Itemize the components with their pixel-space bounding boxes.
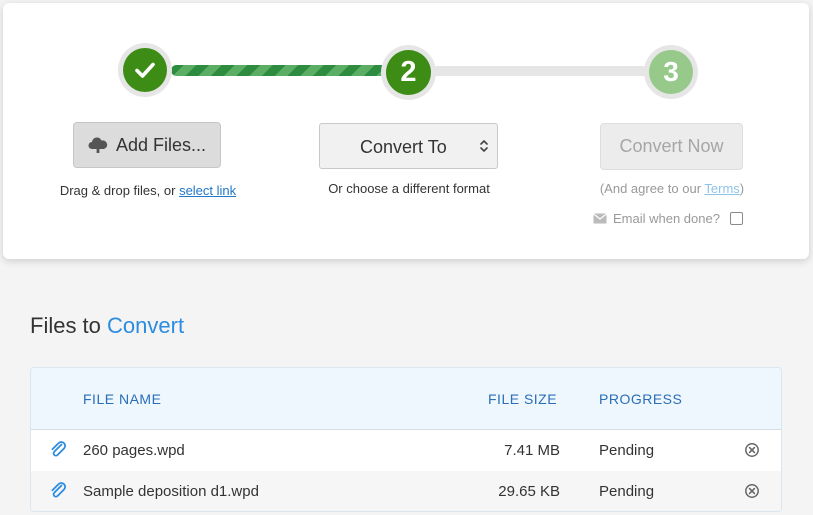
paperclip-icon: [51, 441, 67, 457]
remove-file-icon[interactable]: [744, 483, 760, 499]
step-3-pending: 3: [649, 50, 693, 94]
header-progress: PROGRESS: [599, 391, 683, 407]
table-header: FILE NAME FILE SIZE PROGRESS: [31, 368, 781, 430]
step-2-number: 2: [400, 56, 417, 88]
file-size: 29.65 KB: [498, 483, 560, 500]
paperclip-icon: [51, 482, 67, 498]
progress-track-completed: [171, 65, 395, 76]
add-files-button[interactable]: Add Files...: [73, 122, 221, 168]
email-when-done: Email when done?: [593, 210, 743, 226]
table-row: Sample deposition d1.wpd 29.65 KB Pendin…: [31, 471, 781, 511]
drag-drop-hint: Drag & drop files, or select link: [3, 183, 293, 198]
file-size: 7.41 MB: [504, 442, 560, 459]
convert-to-label: Convert To: [360, 137, 447, 157]
files-title-accent: Convert: [107, 313, 185, 338]
different-format-hint: Or choose a different format: [328, 181, 490, 196]
table-row: 260 pages.wpd 7.41 MB Pending: [31, 430, 781, 471]
step-3-number: 3: [663, 56, 679, 87]
cloud-upload-icon: [88, 137, 108, 153]
terms-link[interactable]: Terms: [704, 181, 739, 196]
agree-prefix: (And agree to our: [599, 181, 705, 196]
email-checkbox[interactable]: [729, 211, 743, 225]
convert-now-label: Convert Now: [619, 136, 724, 156]
step-2-active: 2: [386, 50, 431, 95]
convert-to-select[interactable]: Convert To: [319, 123, 498, 169]
file-name: Sample deposition d1.wpd: [83, 483, 259, 500]
email-label: Email when done?: [613, 210, 720, 226]
select-link[interactable]: select link: [179, 183, 236, 198]
files-title-prefix: Files to: [30, 313, 108, 338]
terms-agreement: (And agree to our Terms): [563, 181, 781, 196]
step-1-complete: [123, 48, 167, 92]
files-section-title: Files to Convert: [30, 313, 184, 339]
agree-suffix: ): [739, 181, 745, 196]
file-name: 260 pages.wpd: [83, 442, 185, 459]
drag-drop-text: Drag & drop files, or: [59, 183, 180, 198]
check-icon: [135, 62, 155, 78]
header-file-size: FILE SIZE: [488, 391, 558, 407]
convert-now-button[interactable]: Convert Now: [600, 123, 743, 170]
envelope-icon: [593, 212, 607, 223]
file-progress: Pending: [599, 442, 655, 459]
file-progress: Pending: [599, 483, 655, 500]
remove-file-icon[interactable]: [744, 442, 760, 458]
add-files-label: Add Files...: [115, 134, 207, 155]
chevron-updown-icon: [480, 140, 488, 152]
files-table: FILE NAME FILE SIZE PROGRESS 260 pages.w…: [30, 367, 782, 512]
progress-track-remaining: [423, 66, 653, 76]
conversion-panel: 2 3 Add Files... Drag & drop files, or s…: [3, 3, 809, 259]
header-file-name: FILE NAME: [83, 391, 162, 407]
